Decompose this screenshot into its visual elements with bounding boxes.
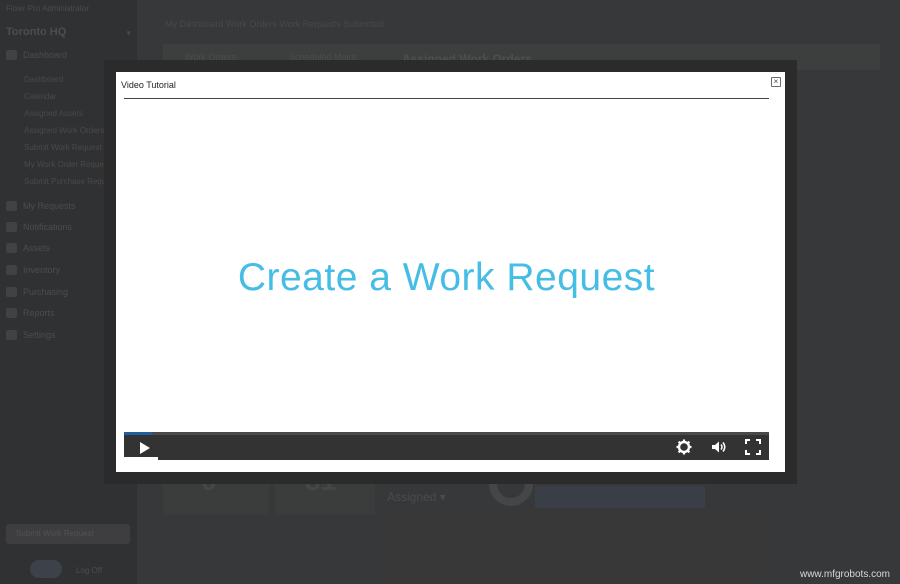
buffer-indicator (124, 457, 158, 460)
modal-title: Video Tutorial (121, 80, 176, 90)
settings-gear-icon[interactable] (676, 439, 692, 455)
video-tutorial-modal: Video Tutorial × Create a Work Request (116, 72, 785, 472)
video-controls (124, 432, 769, 460)
progress-fill (124, 432, 152, 435)
progress-bar[interactable] (124, 432, 769, 435)
volume-icon[interactable] (711, 439, 727, 455)
fullscreen-icon[interactable] (745, 439, 761, 455)
play-icon[interactable] (140, 442, 150, 454)
close-icon[interactable]: × (771, 77, 781, 87)
video-headline: Create a Work Request (237, 256, 656, 299)
video-player[interactable]: Create a Work Request (124, 99, 769, 460)
watermark: www.mfgrobots.com (799, 569, 890, 580)
